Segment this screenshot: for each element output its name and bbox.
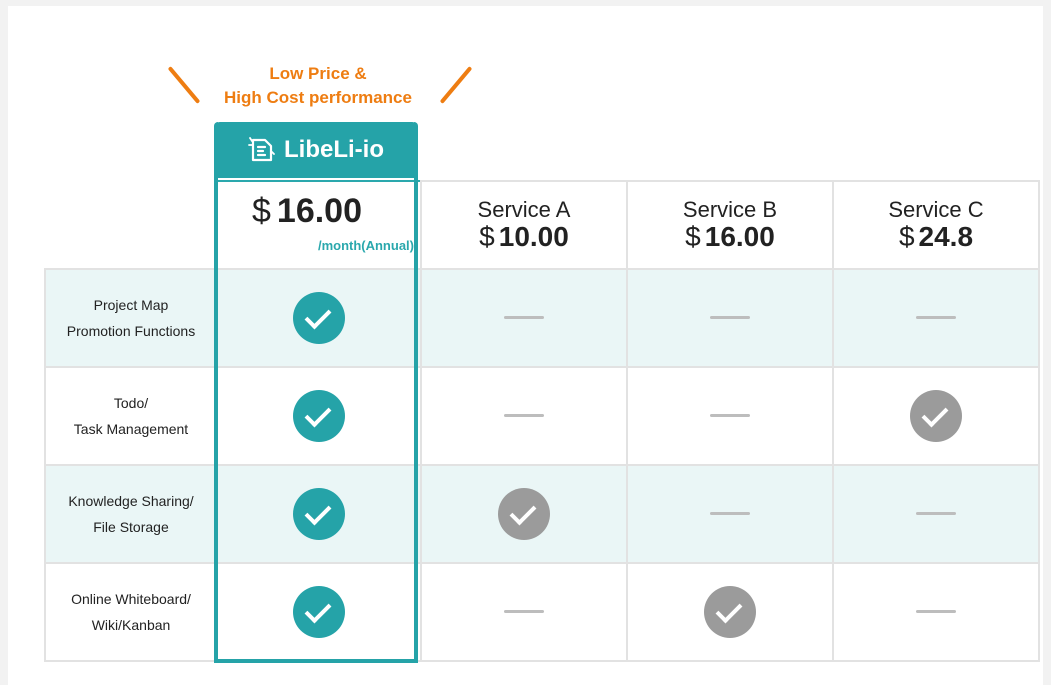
dash-icon <box>504 610 544 614</box>
dash-icon <box>710 414 750 418</box>
promo-callout: Low Price & High Cost performance <box>167 62 473 112</box>
service-b-value-cell <box>626 464 834 564</box>
service-c-header: Service C $24.8 <box>832 180 1040 270</box>
featured-value-cell <box>216 562 422 662</box>
dash-icon <box>504 414 544 418</box>
feature-label-cell: Online Whiteboard/Wiki/Kanban <box>44 562 218 662</box>
featured-header: LibeLi-io <box>214 122 418 178</box>
libeli-logo-icon <box>248 137 275 162</box>
comparison-table: $16.00 /month(Annual) Service A $10.00 S… <box>44 180 1040 662</box>
service-name: Service A <box>477 197 571 222</box>
service-a-value-cell <box>420 464 628 564</box>
service-price: $10.00 <box>479 221 569 252</box>
service-a-value-cell <box>420 366 628 466</box>
service-a-header: Service A $10.00 <box>420 180 628 270</box>
featured-value-cell <box>216 464 422 564</box>
featured-price-period: /month(Annual) <box>317 238 414 253</box>
dash-icon <box>916 610 956 614</box>
service-c-value-cell <box>832 366 1040 466</box>
check-circle-icon <box>293 586 345 638</box>
feature-row: Todo/Task Management <box>44 366 1040 466</box>
check-circle-icon <box>498 488 550 540</box>
service-name: Service C <box>888 197 984 222</box>
featured-price: $16.00 <box>252 192 362 231</box>
service-b-header: Service B $16.00 <box>626 180 834 270</box>
featured-price-cell: $16.00 /month(Annual) <box>216 180 422 270</box>
check-circle-icon <box>910 390 962 442</box>
check-circle-icon <box>293 390 345 442</box>
feature-label: Todo/Task Management <box>73 395 189 437</box>
header-row: $16.00 /month(Annual) Service A $10.00 S… <box>45 180 1040 270</box>
featured-value-cell <box>216 366 422 466</box>
feature-label-cell: Knowledge Sharing/File Storage <box>44 464 218 564</box>
service-a-value-cell <box>420 562 628 662</box>
check-circle-icon <box>293 292 345 344</box>
feature-label: Knowledge Sharing/File Storage <box>68 493 194 535</box>
feature-row: Online Whiteboard/Wiki/Kanban <box>44 562 1040 662</box>
feature-label-cell: Todo/Task Management <box>44 366 218 466</box>
dash-icon <box>504 316 544 320</box>
dash-icon <box>916 512 956 516</box>
featured-name: LibeLi-io <box>284 136 384 163</box>
check-circle-icon <box>704 586 756 638</box>
feature-label: Online Whiteboard/Wiki/Kanban <box>71 591 191 633</box>
service-b-value-cell <box>626 366 834 466</box>
service-c-value-cell <box>832 562 1040 662</box>
service-price: $16.00 <box>685 221 775 252</box>
service-name: Service B <box>682 197 778 222</box>
featured-price-value: 16.00 <box>276 192 363 230</box>
header-empty-cell <box>45 181 218 270</box>
service-c-value-cell <box>832 464 1040 564</box>
promo-line-2: High Cost performance <box>224 88 412 107</box>
dash-icon <box>710 316 750 320</box>
dash-icon <box>916 316 956 320</box>
feature-row: Project Map Promotion Functions <box>44 268 1040 368</box>
service-b-value-cell <box>626 562 834 662</box>
feature-label-cell: Project Map Promotion Functions <box>44 268 218 368</box>
feature-row: Knowledge Sharing/File Storage <box>44 464 1040 564</box>
promo-line-1: Low Price & <box>269 64 367 83</box>
feature-label: Project Map Promotion Functions <box>66 297 196 339</box>
service-c-value-cell <box>832 268 1040 368</box>
featured-value-cell <box>216 268 422 368</box>
service-b-value-cell <box>626 268 834 368</box>
currency-symbol: $ <box>252 192 271 230</box>
service-a-value-cell <box>420 268 628 368</box>
service-price: $24.8 <box>898 221 974 252</box>
check-circle-icon <box>293 488 345 540</box>
dash-icon <box>710 512 750 516</box>
